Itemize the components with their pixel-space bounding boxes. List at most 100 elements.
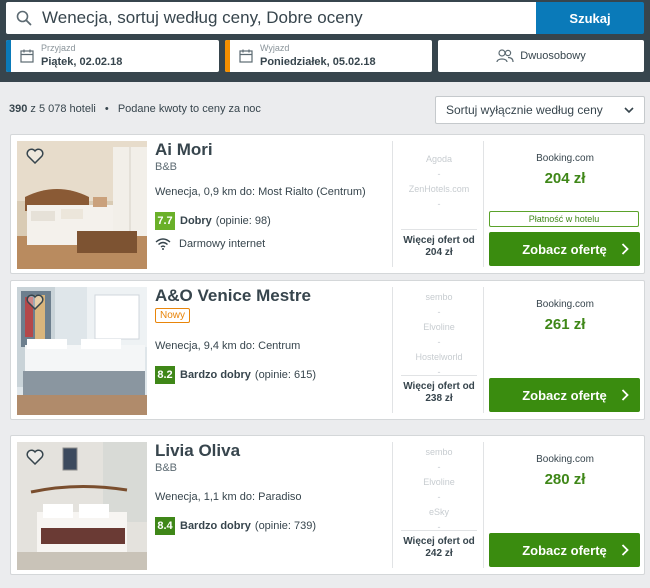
more-offers-label: Więcej ofert od [403,235,475,246]
hotel-photo[interactable] [17,141,147,269]
hotel-amenity: Darmowy internet [155,238,265,250]
column-divider [483,442,484,568]
sort-selected-value: Sortuj wyłącznie według ceny [446,103,603,117]
guests-icon [496,49,514,63]
partner-list: Agoda - ZenHotels.com - [395,152,483,212]
rating-word: Dobry [180,215,212,227]
view-offer-label: Zobacz ofertę [522,542,607,558]
rating-count: (opinie: 98) [215,215,271,227]
offer-site: Booking.com [536,454,594,465]
sort-dropdown[interactable]: Sortuj wyłącznie według ceny [435,96,645,124]
partner-dash: - [437,522,441,532]
column-divider [392,287,393,413]
partner-list: sembo - Elvoline - eSky - [395,445,483,535]
view-offer-label: Zobacz ofertę [522,241,607,257]
view-offer-button[interactable]: Zobacz ofertę [489,232,640,266]
partner-dash: - [437,462,441,472]
more-offers-price: 242 zł [425,548,453,559]
partner-name[interactable]: Hostelworld [395,350,483,365]
partner-name[interactable]: Agoda [395,152,483,167]
hotel-card[interactable]: Livia Oliva B&B Wenecja, 1,1 km do: Para… [10,435,645,575]
favorite-heart-icon[interactable] [26,449,44,465]
more-offers-link[interactable]: Więcej ofert od 242 zł [395,530,483,560]
partner-dash: - [437,199,441,209]
more-offers-price: 204 zł [425,247,453,258]
partner-name[interactable]: ZenHotels.com [395,182,483,197]
column-divider [483,287,484,413]
divider [401,229,477,230]
hotel-location: Wenecja, 9,4 km do: Centrum [155,340,301,352]
partner-dash: - [437,492,441,502]
hotel-type: B&B [155,462,178,474]
results-count: 390 [9,103,28,115]
checkout-value: Poniedziałek, 05.02.18 [260,56,376,68]
hotel-name[interactable]: A&O Venice Mestre [155,286,311,306]
chevron-down-icon [624,107,634,114]
view-offer-button[interactable]: Zobacz ofertę [489,533,640,567]
best-offer: Booking.com 280 zł [489,442,641,488]
more-offers-label: Więcej ofert od [403,536,475,547]
rating-count: (opinie: 615) [254,369,317,381]
hotel-type: B&B [155,161,178,173]
hotel-rating[interactable]: 8.4 Bardzo dobry (opinie: 739) [155,517,316,535]
checkout-label: Wyjazd [260,43,290,53]
column-divider [392,141,393,267]
search-icon [16,10,32,26]
rating-score: 8.2 [155,366,175,384]
hotel-card[interactable]: A&O Venice Mestre Nowy Wenecja, 9,4 km d… [10,280,645,420]
room-type-label: Dwuosobowy [520,50,586,62]
hotel-card[interactable]: Ai Mori B&B Wenecja, 0,9 km do: Most Ria… [10,134,645,274]
divider [401,375,477,376]
offer-site: Booking.com [536,153,594,164]
checkin-date-field[interactable]: Przyjazd Piątek, 02.02.18 [6,40,219,72]
offer-site: Booking.com [536,299,594,310]
search-query-text: Wenecja, sortuj według ceny, Dobre oceny [42,8,363,27]
more-offers-link[interactable]: Więcej ofert od 204 zł [395,229,483,259]
column-divider [483,141,484,267]
partner-dash: - [437,307,441,317]
best-offer: Booking.com 261 zł [489,287,641,333]
favorite-heart-icon[interactable] [26,148,44,164]
rating-count: (opinie: 739) [254,520,317,532]
favorite-heart-icon[interactable] [26,294,44,310]
partner-name[interactable]: sembo [395,290,483,305]
hotel-photo[interactable] [17,287,147,415]
calendar-icon [20,49,34,63]
offer-price[interactable]: 280 zł [489,471,641,488]
pay-at-hotel-badge: Płatność w hotelu [489,211,639,227]
hotel-location: Wenecja, 1,1 km do: Paradiso [155,491,302,503]
hotel-rating[interactable]: 7.7 Dobry (opinie: 98) [155,212,271,230]
search-input[interactable]: Wenecja, sortuj według ceny, Dobre oceny [6,2,536,34]
checkin-value: Piątek, 02.02.18 [41,56,123,68]
calendar-icon [239,49,253,63]
divider [401,530,477,531]
view-offer-button[interactable]: Zobacz ofertę [489,378,640,412]
results-summary: 390 z 5 078 hoteli • Podane kwoty to cen… [9,103,261,115]
chevron-right-icon [621,389,629,401]
partner-name[interactable]: sembo [395,445,483,460]
partner-dash: - [437,337,441,347]
offer-price[interactable]: 261 zł [489,316,641,333]
top-search-bar: Wenecja, sortuj według ceny, Dobre oceny… [0,0,650,82]
hotel-rating[interactable]: 8.2 Bardzo dobry (opinie: 615) [155,366,316,384]
chevron-right-icon [621,243,629,255]
search-button[interactable]: Szukaj [536,2,644,34]
rating-score: 7.7 [155,212,175,230]
more-offers-link[interactable]: Więcej ofert od 238 zł [395,375,483,405]
checkin-label: Przyjazd [41,43,76,53]
offer-price[interactable]: 204 zł [489,170,641,187]
checkout-date-field[interactable]: Wyjazd Poniedziałek, 05.02.18 [225,40,432,72]
partner-name[interactable]: Elvoline [395,475,483,490]
partner-name[interactable]: Elvoline [395,320,483,335]
room-type-selector[interactable]: Dwuosobowy [438,40,644,72]
hotel-location: Wenecja, 0,9 km do: Most Rialto (Centrum… [155,186,366,198]
partner-name[interactable]: eSky [395,505,483,520]
column-divider [392,442,393,568]
view-offer-label: Zobacz ofertę [522,387,607,403]
hotel-name[interactable]: Livia Oliva [155,441,240,461]
more-offers-price: 238 zł [425,393,453,404]
rating-score: 8.4 [155,517,175,535]
hotel-name[interactable]: Ai Mori [155,140,213,160]
chevron-right-icon [621,544,629,556]
hotel-photo[interactable] [17,442,147,570]
